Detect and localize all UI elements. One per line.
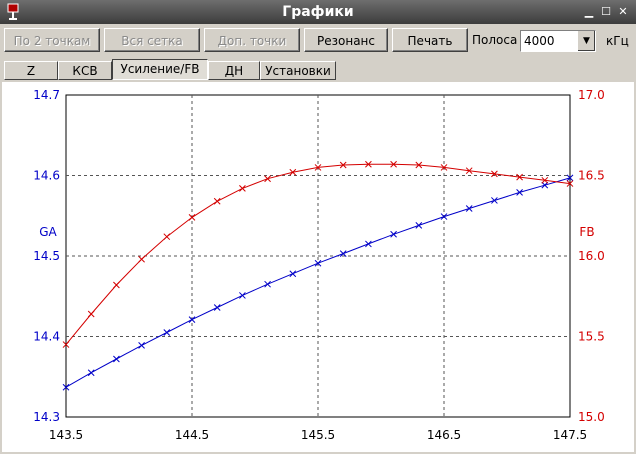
left-tick-label: 14.6 [33, 169, 60, 183]
resonance-button[interactable]: Резонанс [304, 28, 388, 52]
x-tick-label: 145.5 [301, 428, 335, 442]
tab-z[interactable]: Z [4, 61, 58, 80]
band-value: 4000 [524, 34, 555, 48]
x-axis-ticks: 143.5 144.5 145.5 146.5 147.5 [49, 428, 587, 442]
band-label: Полоса [472, 33, 518, 47]
left-tick-label: 14.4 [33, 330, 60, 344]
title-bar[interactable]: Графики ▁ ☐ ✕ [0, 0, 636, 24]
graphs-window: Графики ▁ ☐ ✕ По 2 точкам Вся сетка Доп.… [0, 0, 636, 454]
two-points-button[interactable]: По 2 точкам [4, 28, 100, 52]
left-tick-label: 14.3 [33, 410, 60, 424]
left-tick-label: 14.5 [33, 249, 60, 263]
maximize-icon[interactable]: ☐ [599, 5, 613, 19]
x-tick-label: 143.5 [49, 428, 83, 442]
x-tick-label: 144.5 [175, 428, 209, 442]
close-icon[interactable]: ✕ [616, 5, 630, 19]
band-select[interactable]: 4000 ▼ [520, 30, 596, 52]
tab-swr[interactable]: КСВ [58, 61, 112, 80]
right-tick-label: 15.5 [578, 330, 605, 344]
minimize-icon[interactable]: ▁ [582, 5, 596, 19]
left-axis-label: GA [39, 225, 57, 239]
tab-gain-fb[interactable]: Усиление/FB [112, 59, 208, 80]
chevron-down-icon[interactable]: ▼ [577, 31, 595, 51]
window-title: Графики [282, 4, 354, 20]
left-tick-label: 14.7 [33, 88, 60, 102]
tab-settings[interactable]: Установки [260, 61, 336, 80]
right-tick-label: 15.0 [578, 410, 605, 424]
x-tick-label: 147.5 [553, 428, 587, 442]
extra-points-button[interactable]: Доп. точки [204, 28, 300, 52]
right-axis-ticks: 15.0 15.5 16.0 16.5 17.0 [578, 88, 605, 424]
print-button[interactable]: Печать [392, 28, 468, 52]
left-axis-ticks: 14.3 14.4 14.5 14.6 14.7 [33, 88, 60, 424]
right-axis-label: FB [579, 225, 594, 239]
tab-pattern[interactable]: ДН [208, 61, 260, 80]
unit-label: кГц [606, 34, 629, 48]
chart-area: 14.3 14.4 14.5 14.6 14.7 15.0 15.5 16.0 16.5 17.… [2, 82, 634, 452]
right-tick-label: 16.5 [578, 169, 605, 183]
gain-fb-chart: 14.3 14.4 14.5 14.6 14.7 15.0 15.5 16.0 16.5 17.… [33, 88, 605, 442]
right-tick-label: 16.0 [578, 249, 605, 263]
right-tick-label: 17.0 [578, 88, 605, 102]
full-grid-button[interactable]: Вся сетка [104, 28, 200, 52]
tab-bar: Z КСВ Усиление/FB ДН Установки [0, 58, 636, 82]
x-tick-label: 146.5 [427, 428, 461, 442]
